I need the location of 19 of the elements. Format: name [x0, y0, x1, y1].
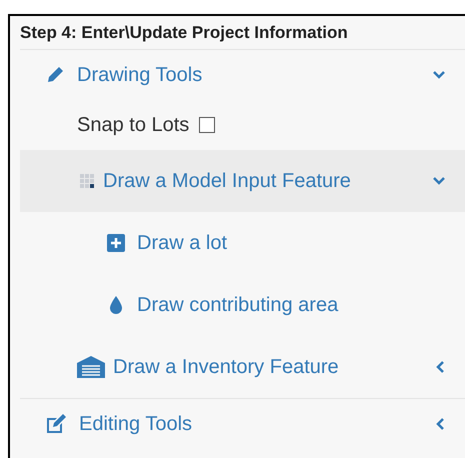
chevron-left-icon[interactable]	[435, 418, 445, 430]
section-header[interactable]: Editing Tools	[79, 409, 423, 439]
section-header[interactable]: Drawing Tools	[77, 60, 421, 90]
tree-item[interactable]: Draw a Inventory Feature	[20, 336, 465, 398]
pencil-icon	[45, 65, 65, 85]
checkbox-label: Snap to Lots	[77, 113, 190, 138]
garage-icon	[77, 356, 105, 378]
edit-icon	[45, 413, 67, 435]
drop-icon	[109, 295, 123, 315]
checkbox[interactable]	[199, 117, 216, 133]
tool-link[interactable]: Draw contributing area	[137, 290, 338, 320]
tool-link[interactable]: Draw a lot	[137, 228, 228, 258]
chevron-down-icon[interactable]	[433, 70, 445, 80]
grid-icon	[79, 173, 95, 189]
panel-title: Step 4: Enter\Update Project Information	[20, 22, 348, 44]
chevron-left-icon[interactable]	[435, 361, 445, 373]
chevron-down-icon[interactable]	[433, 176, 445, 186]
tree-item[interactable]: Draw a Model Input Feature	[20, 150, 465, 212]
plus-icon	[107, 234, 125, 252]
